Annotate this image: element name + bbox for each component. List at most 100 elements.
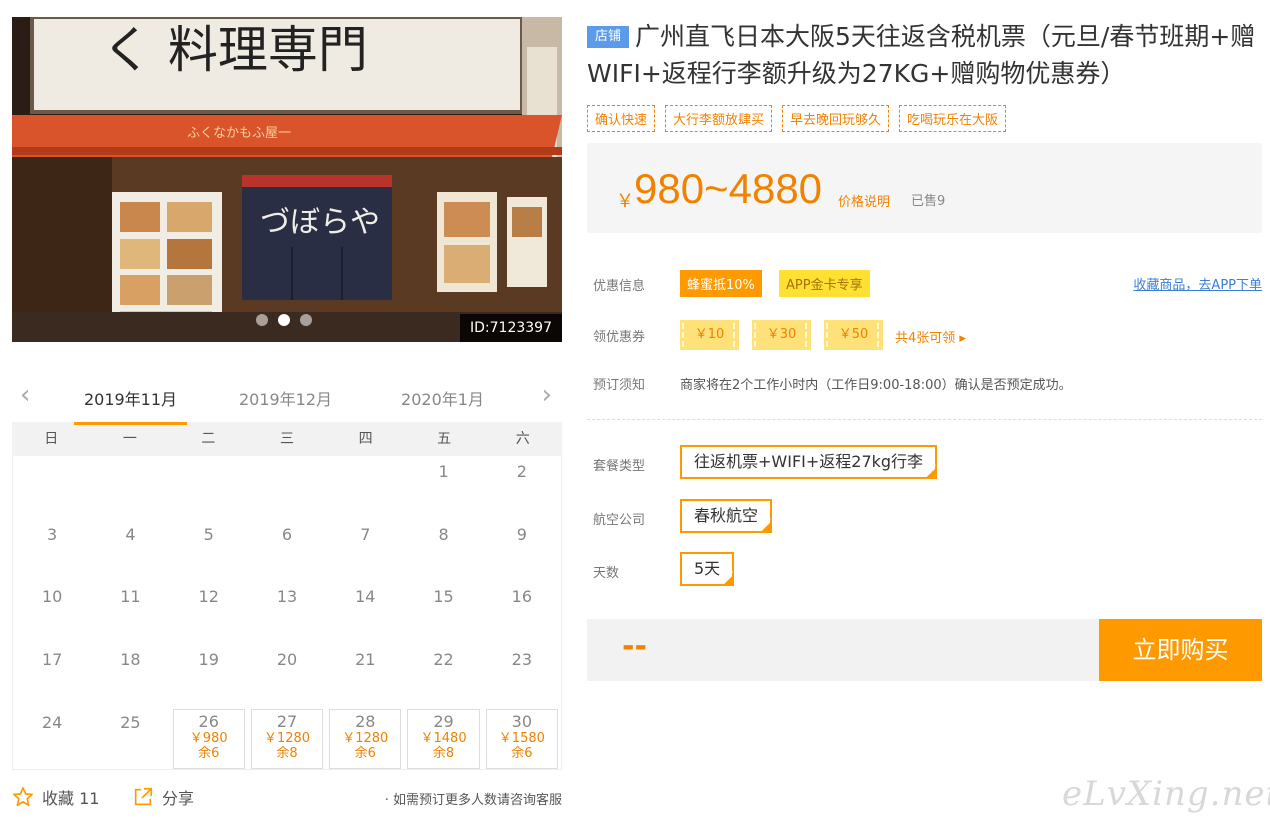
calendar-day-available[interactable]: 29 ￥1480 余8 <box>407 708 480 770</box>
day-number: 3 <box>47 524 58 544</box>
calendar-day: 3 <box>13 519 91 582</box>
star-icon <box>13 787 33 807</box>
buy-now-button[interactable]: 立即购买 <box>1099 619 1262 681</box>
day-number: 5 <box>203 524 214 544</box>
day-price: ￥980 <box>189 730 228 746</box>
day-number: 20 <box>276 650 298 670</box>
day-number: 29 <box>433 711 454 731</box>
feature-tag: 大行李额放肆买 <box>665 105 773 132</box>
calendar-day: 16 <box>483 581 561 644</box>
calendar-day: 11 <box>91 581 169 644</box>
calendar-day: 8 <box>404 519 482 582</box>
package-option-selected[interactable]: 往返机票+WIFI+返程27kg行李 <box>680 445 938 482</box>
weekday-header: 日 一 二 三 四 五 六 <box>12 422 562 456</box>
restaurant-photo-image: く 料理専門 ふくなかもふ屋一 づぼらや <box>12 17 562 342</box>
action-bar: 收藏 11 分享 · 如需预订更多人数请咨询客服 <box>12 785 562 811</box>
day-number: 24 <box>41 712 63 732</box>
photo-id-label: ID:7123397 <box>460 314 562 342</box>
calendar-day: 24 <box>13 707 91 770</box>
calendar-day: 5 <box>170 519 248 582</box>
check-corner-icon <box>722 559 735 589</box>
day-number: 13 <box>276 587 298 607</box>
day-number: 17 <box>41 650 63 670</box>
days-option-selected[interactable]: 5天 <box>680 552 735 589</box>
product-photo[interactable]: く 料理専門 ふくなかもふ屋一 づぼらや ID:7123397 <box>12 17 562 342</box>
calendar-empty-cell <box>248 456 326 519</box>
honey-discount-badge: 蜂蜜抵10% <box>680 270 762 297</box>
calendar-day: 18 <box>91 644 169 707</box>
weekday-label: 一 <box>122 431 137 447</box>
days-option-text: 5天 <box>694 559 721 578</box>
day-number: 15 <box>433 587 454 607</box>
share-label: 分享 <box>162 789 195 808</box>
chevron-right-icon[interactable]: › <box>542 382 552 408</box>
calendar-day: 10 <box>13 581 91 644</box>
calendar-day: 21 <box>326 644 404 707</box>
carousel-dot[interactable] <box>256 314 268 326</box>
day-number: 12 <box>198 587 219 607</box>
share-button[interactable]: 分享 <box>132 785 194 809</box>
chevron-left-icon[interactable]: ‹ <box>20 382 30 408</box>
calendar-day: 1 <box>404 456 482 519</box>
calendar-day-available[interactable]: 30 ￥1580 余6 <box>485 708 558 770</box>
month-tabs: ‹ 2019年11月 2019年12月 2020年1月 › <box>12 372 562 425</box>
calendar-day-available[interactable]: 28 ￥1280 余6 <box>329 708 402 770</box>
day-number: 1 <box>438 462 449 481</box>
group-booking-note: · 如需预订更多人数请咨询客服 <box>384 793 562 808</box>
day-number: 10 <box>41 587 63 607</box>
currency-symbol: ￥ <box>616 191 634 212</box>
day-price: ￥1480 <box>420 730 467 746</box>
app-gold-badge: APP金卡专享 <box>779 270 870 297</box>
carousel-dot[interactable] <box>300 314 312 326</box>
day-stock: 余6 <box>354 745 376 761</box>
calendar-empty-cell <box>170 456 248 519</box>
more-coupons-link[interactable]: 共4张可领 ▸ <box>895 327 966 346</box>
coupon-50[interactable]: ￥50 <box>824 320 883 350</box>
airline-label: 航空公司 <box>593 513 646 528</box>
site-watermark: eLvXing.net <box>1062 774 1270 814</box>
package-label: 套餐类型 <box>593 459 646 474</box>
airline-option-text: 春秋航空 <box>694 506 759 525</box>
price-note-link[interactable]: 价格说明 <box>838 191 890 210</box>
day-number: 25 <box>120 712 141 732</box>
package-option-text: 往返机票+WIFI+返程27kg行李 <box>694 452 924 471</box>
airline-option-selected[interactable]: 春秋航空 <box>680 499 773 536</box>
calendar-empty-cell <box>326 456 404 519</box>
feature-tag: 吃喝玩乐在大阪 <box>899 105 1007 132</box>
app-order-link[interactable]: 收藏商品，去APP下单 <box>1133 274 1262 293</box>
day-number: 14 <box>355 587 376 607</box>
feature-tag: 确认快速 <box>587 105 656 132</box>
coupon-30[interactable]: ￥30 <box>752 320 811 350</box>
calendar-empty-cell <box>91 456 169 519</box>
divider <box>587 419 1262 420</box>
weekday-label: 日 <box>44 431 59 447</box>
day-stock: 余8 <box>276 745 298 761</box>
shop-badge[interactable]: 店铺 <box>587 26 630 48</box>
tab-month-1[interactable]: 2019年11月 <box>74 386 187 425</box>
coupons-label: 领优惠券 <box>593 330 646 345</box>
coupon-10[interactable]: ￥10 <box>680 320 739 350</box>
calendar-day: 4 <box>91 519 169 582</box>
carousel-dots <box>256 314 312 326</box>
day-price: ￥1280 <box>263 730 311 746</box>
price-range: 980~4880 <box>634 165 823 212</box>
calendar-day-available[interactable]: 26 ￥980 余6 <box>172 708 245 770</box>
weekday-label: 二 <box>201 431 216 447</box>
tab-month-3[interactable]: 2020年1月 <box>386 386 499 422</box>
day-number: 18 <box>120 650 141 670</box>
tab-month-2[interactable]: 2019年12月 <box>229 386 342 422</box>
day-number: 4 <box>125 524 136 544</box>
day-number: 27 <box>276 711 298 731</box>
favorite-button[interactable]: 收藏 11 <box>12 785 99 809</box>
svg-text:づぼらや: づぼらや <box>260 205 380 240</box>
weekday-label: 三 <box>279 431 294 447</box>
date-calendar: ‹ 2019年11月 2019年12月 2020年1月 › 日 一 二 三 四 … <box>12 372 562 771</box>
day-number: 6 <box>281 524 293 544</box>
calendar-day-available[interactable]: 27 ￥1280 余8 <box>250 708 324 770</box>
carousel-dot-active[interactable] <box>278 314 290 326</box>
share-icon <box>134 787 153 806</box>
svg-text:ふくなかもふ屋一: ふくなかもふ屋一 <box>187 126 291 141</box>
calendar-day: 12 <box>170 581 248 644</box>
day-stock: 余6 <box>511 745 533 761</box>
day-price: ￥1580 <box>498 730 545 746</box>
